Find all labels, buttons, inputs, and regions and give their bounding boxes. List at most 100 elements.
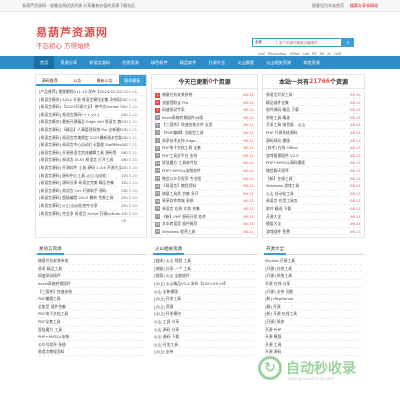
list-item-text[interactable]: 火山 全新模版 (154, 289, 178, 294)
list-item-text[interactable]: [易语言模块] 2024 开源 易语言模块全集【持续更新】 (39, 97, 121, 102)
list-item[interactable]: 开源大全 06-11 (266, 213, 361, 221)
list-item-title[interactable]: 开源 工具 (265, 341, 343, 348)
list-item[interactable]: 系统工具 精选 06-11 (266, 114, 361, 122)
list-item-title[interactable]: 11 PHP+MYSQL安装软件 (155, 167, 234, 174)
list-item-text[interactable]: PHP+MYSQL源码模版 (266, 160, 305, 165)
hot-keyword-link[interactable]: xcel (258, 52, 265, 56)
list-item[interactable]: 17 【新】PHP 源码开发 软件 06-11 (155, 213, 254, 221)
list-item-title[interactable]: 开源大全 (266, 213, 342, 220)
list-item-title[interactable]: [易语言源码] 易语言源码C++ v2.1 (39, 111, 121, 118)
list-item-title[interactable]: 游戏插件 免费 (266, 228, 342, 235)
list-item[interactable]: 软件 精选 下载 06-11 (266, 205, 361, 213)
list-item[interactable]: 13 【易语言】教程资料 06-11 (155, 182, 254, 190)
list-item-text[interactable]: [开源] 支持 功能 (265, 289, 293, 294)
list-item-text[interactable]: 智慧魔方 工具 (38, 327, 62, 332)
list-item[interactable]: [易语言模块] 2024 开源 易语言模块全集【持续更新】2024-01-01 (39, 96, 143, 109)
list-item-title[interactable]: [易语言源码] 易语言完美稳定 2023最新版本完整 (39, 134, 121, 141)
list-item[interactable]: 11 PHP+MYSQL安装软件 06-11 (155, 167, 254, 175)
list-item[interactable]: 开源 PHP (265, 326, 362, 334)
list-item-title[interactable]: 【新】在线工具 (266, 175, 342, 182)
list-item-title[interactable]: Windows 游戏工具 (266, 182, 342, 189)
list-item-title[interactable]: 火山 自动化工具 (266, 190, 342, 197)
list-item[interactable]: [开源] 在线工具 (265, 265, 362, 273)
list-item[interactable]: 源码网站 模版 06-11 (266, 137, 361, 145)
list-item-text[interactable]: 易语言开发工具 (266, 92, 293, 97)
list-item-text[interactable]: [开源] 系统 (265, 319, 284, 324)
list-item-title[interactable]: 5 【三国杀】快速安装文件 全类 (155, 121, 234, 128)
list-item[interactable]: [开源] 系统 (265, 318, 362, 326)
list-item-text[interactable]: 网速测试插件 (38, 273, 61, 278)
list-item[interactable]: 8 PDF电子文档工具 全套 06-11 (155, 144, 254, 152)
list-item-title[interactable]: [视频] 火山 全能插件 (154, 272, 235, 279)
list-item[interactable]: [开源] 系统工具 (265, 272, 362, 281)
list-item[interactable]: 【三国杀】快速安装 (38, 288, 144, 296)
list-item[interactable]: 火山 源码 分享 (154, 326, 255, 334)
list-item-title[interactable]: 易语言开发工具 (266, 91, 342, 98)
list-item[interactable]: PHP+MYSQL安装 (38, 333, 144, 341)
list-item-text[interactable]: 易语言教程资料 (38, 349, 65, 354)
list-item-text[interactable]: 智慧魔方 工具软件包 (162, 160, 197, 165)
list-item[interactable]: 游戏插件 免费 06-11 (266, 228, 361, 236)
list-item-text[interactable]: 易享软件商城 系统 (162, 198, 194, 203)
list-item[interactable]: [火山] 开发工具 (154, 295, 255, 303)
list-item-text[interactable]: 微信聊天程序 (266, 168, 289, 173)
list-item-title[interactable]: 源码网站 模版 (266, 137, 342, 144)
list-item[interactable]: 19 Windows 程序工具 06-11 (155, 228, 254, 236)
list-item[interactable]: [火山] 火山精品V2.4 发布【2023.09.29】 (154, 280, 255, 288)
list-item-title[interactable]: [火山] 资源 (154, 303, 235, 310)
list-item-title[interactable]: 3 网速测试专家 (155, 106, 234, 113)
list-item-title[interactable]: [开源] 系统工具 (265, 272, 343, 279)
list-item[interactable]: 游戏管理插件 V2.5 06-11 (266, 152, 361, 160)
list-item-text[interactable]: Windows 程序工具 (162, 229, 195, 234)
nav-item[interactable]: 开源大全 (202, 56, 231, 69)
search-button[interactable]: ⌕ (342, 38, 354, 47)
list-item-text[interactable]: 模版大全 (266, 221, 281, 226)
list-item-text[interactable]: [火山] 资源 (154, 304, 173, 309)
list-item[interactable]: [电脑] 分享 一个 工具 (154, 265, 255, 273)
list-item-title[interactable]: [易语言模块] 2024 开源 易语言模块全集【持续更新】 (39, 96, 121, 103)
list-item-text[interactable]: [易语言源码] 火山 自动化控件分享 (39, 203, 98, 208)
list-item[interactable]: 易语言 应用工具包 06-11 (266, 197, 361, 205)
nav-item[interactable]: 火山模版 (231, 56, 260, 69)
list-item-text[interactable]: PDF工具全平台 支持 (162, 153, 197, 158)
list-item-text[interactable]: [易语言源码] 【2023开源大全】带中文Socket 写一个服 (39, 104, 121, 109)
list-item-text[interactable]: 开源大全 (266, 214, 281, 219)
list-item-title[interactable]: [新] 开源 在线工具 (265, 310, 343, 317)
list-item[interactable]: 易语言开发工具 06-11 (266, 91, 361, 99)
list-item-title[interactable]: [易语言源码] 【2023开源大全】带中文Socket 写一个服 (39, 103, 121, 110)
list-item[interactable]: PHP+MYSQL源码模版 06-11 (266, 159, 361, 167)
nav-item[interactable]: 易语言源码 (83, 56, 116, 69)
list-item-text[interactable]: 流量提取宝 Pro (162, 100, 188, 105)
list-item-title[interactable]: 开源 在线 分享 (265, 280, 343, 287)
list-item[interactable]: 精品插件全集 06-11 (266, 99, 361, 107)
list-item-text[interactable]: 公众号程序 系统 (38, 342, 66, 347)
list-item[interactable]: 易享 精品工具 (38, 265, 144, 273)
list-item[interactable]: [精] 开源 (265, 303, 362, 311)
list-item-text[interactable]: 【易语言】教程资料 (162, 183, 196, 188)
list-item-title[interactable]: 易享 精品工具 (38, 265, 123, 272)
list-item-text[interactable]: PHP+MYSQL安装软件 (162, 168, 201, 173)
list-item[interactable]: 18 文本转语音 插件推荐 06-11 (155, 220, 254, 228)
list-item-text[interactable]: 随意工具类 合集 多开 (162, 191, 199, 196)
left-panel-tab[interactable]: 最新公告 (91, 75, 119, 84)
list-item-title[interactable]: 14 随意工具类 合集 多开 (155, 190, 234, 197)
list-item-title[interactable]: 10 智慧魔方 工具软件包 (155, 159, 234, 166)
list-item-text[interactable]: 文本转语音 插件推荐 (162, 221, 197, 226)
list-item[interactable]: 网速测试插件 (38, 272, 144, 281)
list-item[interactable]: 5 【三国杀】快速安装文件 全类 06-11 (155, 121, 254, 129)
list-item-title[interactable]: [产品推荐] 视频教程V11.15 发布【2024.01.01】(稳定） (39, 88, 121, 95)
list-item-text[interactable]: 游戏管理插件 V2.5 (266, 153, 299, 158)
list-item-title[interactable]: PHP+MYSQL安装 (38, 333, 123, 340)
list-item-text[interactable]: 【三国杀】快速安装 (38, 289, 72, 294)
list-item-title[interactable]: [易语言源码] 火山 自动化控件分享 (39, 202, 121, 209)
list-item-text[interactable]: PHP 开源系统源码 (266, 130, 297, 135)
hot-keyword-link[interactable]: Office (289, 52, 299, 56)
list-item-title[interactable]: 6 【PDF编辑】全能型工具 (155, 129, 234, 136)
list-item-text[interactable]: 开源 模版 (265, 334, 281, 339)
list-item-text[interactable]: [视频] 火山 全能插件 (154, 273, 190, 278)
list-item-title[interactable]: excel表格转换插件 (38, 280, 123, 287)
list-item-text[interactable]: 开源 工具 (265, 342, 281, 347)
hot-keyword-link[interactable]: Photoshop (268, 52, 286, 56)
list-item-title[interactable]: [电脑] 分享 一个 工具 (154, 265, 235, 272)
list-item-title[interactable]: [开源] 系统 (265, 318, 343, 325)
